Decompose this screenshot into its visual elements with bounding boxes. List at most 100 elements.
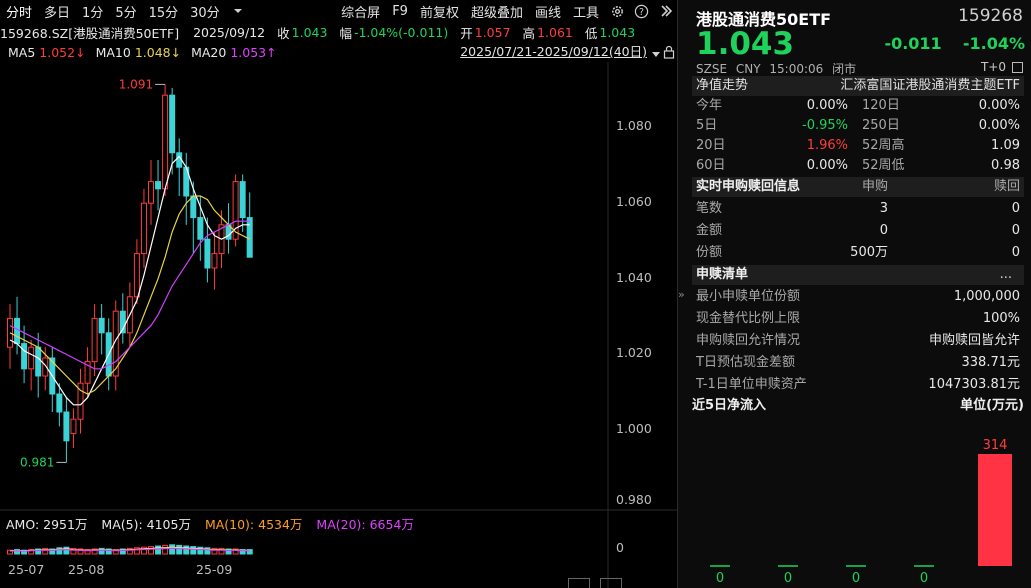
redeem-item-value: 100% <box>982 311 1020 326</box>
candle <box>112 300 119 391</box>
inflow-title: 近5日净流入 <box>692 398 767 413</box>
expand-right-icon[interactable] <box>655 2 675 20</box>
redeem-item-label: T日预估现金差额 <box>696 355 795 370</box>
redeem-list-row: T-1日单位申赎资产 1047303.81元 <box>692 375 1024 395</box>
nav-period-label: 250日 <box>862 118 900 133</box>
super-overlay-button[interactable]: 超级叠加 <box>465 2 529 21</box>
layout-toggle-icon[interactable] <box>568 578 590 588</box>
candle <box>77 368 84 434</box>
period-tab-intraday[interactable]: 分时 <box>0 2 38 21</box>
layout-toggle-icon[interactable] <box>600 578 622 588</box>
period-tab-30min[interactable]: 30分 <box>184 2 226 21</box>
nav-period-value: 0.00% <box>806 98 848 113</box>
candle <box>119 293 126 344</box>
candle-body <box>140 202 147 255</box>
tools-button[interactable]: 工具 <box>567 2 605 21</box>
market-code: SZSE <box>696 62 728 76</box>
window-icon[interactable] <box>1012 61 1023 73</box>
candle <box>84 347 91 398</box>
lock-icon[interactable] <box>663 45 675 62</box>
f9-button[interactable]: F9 <box>386 4 414 19</box>
period-tab-multiday[interactable]: 多日 <box>38 2 76 21</box>
collapse-panel-icon[interactable]: » <box>678 288 685 301</box>
market-meta: SZSE CNY 15:00:06 闭市 <box>696 60 861 77</box>
realtime-title: 实时申购赎回信息 <box>696 179 801 194</box>
nav-header: 净值走势 汇添富国证港股通消费主题ETF <box>692 76 1024 96</box>
redeem-value: 0 <box>1011 245 1020 260</box>
low-label: 低 <box>584 25 598 41</box>
nav-header-label: 净值走势 <box>696 78 749 93</box>
composite-screen-button[interactable]: 综合屏 <box>335 2 386 21</box>
candle <box>35 332 42 398</box>
candle <box>28 340 35 391</box>
volume-bar <box>162 544 169 555</box>
period-tab-1min[interactable]: 1分 <box>76 2 109 21</box>
candle-body <box>190 195 197 219</box>
candle <box>239 174 246 232</box>
redeem-item-value: 申购赎回皆允许 <box>928 333 1020 348</box>
change-amount: -0.011 <box>884 34 942 53</box>
range-dropdown-icon[interactable] <box>651 47 661 62</box>
more-button[interactable]: ... <box>1000 265 1012 285</box>
purchase-value: 3 <box>879 201 888 216</box>
date-range-selector[interactable]: 2025/07/21-2025/09/12(40日) <box>460 42 647 62</box>
min-price-label: 0.981 <box>20 455 54 469</box>
vol-ma20-value: MA(20): 6654万 <box>316 517 414 532</box>
inflow-bar-label: 0 <box>852 571 860 586</box>
kline-chart[interactable]: 1.091 0.981 <box>0 62 677 588</box>
close-label: 收 <box>277 25 290 41</box>
ma20-label: MA20 <box>191 44 227 60</box>
candle-body <box>70 418 77 435</box>
help-icon[interactable]: ? <box>631 2 651 20</box>
forward-adjust-button[interactable]: 前复权 <box>414 2 465 21</box>
redeem-item-value: 338.71元 <box>961 355 1021 370</box>
inflow-unit: 单位(万元) <box>960 398 1024 413</box>
amo-value: AMO: 2951万 <box>6 517 88 532</box>
inflow-bar <box>978 454 1012 566</box>
draw-line-button[interactable]: 画线 <box>529 2 567 21</box>
ma10-value: 1.048↓ <box>134 44 182 60</box>
nav-period-label: 52周低 <box>862 158 905 173</box>
x-label-sep: 25-09 <box>196 562 233 577</box>
candle-body <box>211 253 218 269</box>
security-code-name: 159268.SZ[港股通消费50ETF] <box>0 25 180 41</box>
candle-body <box>14 317 21 345</box>
candle <box>70 408 77 448</box>
realtime-row: 份额 500万 0 <box>692 243 1024 263</box>
volume-bar <box>183 545 190 555</box>
candle-body <box>239 181 246 219</box>
realtime-row-label: 份额 <box>696 245 723 260</box>
period-tab-5min[interactable]: 5分 <box>109 2 142 21</box>
ma10-label: MA10 <box>95 44 131 60</box>
nav-period-value: 1.09 <box>991 138 1020 153</box>
candle-body <box>162 94 169 190</box>
inflow-bar-label: 0 <box>784 571 792 586</box>
redeem-item-value: 1,000,000 <box>953 289 1020 304</box>
inflow-bar-label: 0 <box>920 571 928 586</box>
currency: CNY <box>735 62 761 76</box>
inflow-header: 近5日净流入 单位(万元) <box>692 396 1024 416</box>
candle-body <box>28 346 35 370</box>
period-dropdown-icon[interactable] <box>228 2 248 20</box>
quote-time: 15:00:06 <box>769 62 824 76</box>
settings-gear-icon[interactable] <box>607 2 627 20</box>
candle <box>211 232 218 290</box>
vol-ma5-value: MA(5): 4105万 <box>101 517 191 532</box>
fund-full-name: 汇添富国证港股通消费主题ETF <box>840 78 1020 93</box>
candle-body <box>133 253 140 298</box>
high-value: 1.061 <box>537 24 573 40</box>
nav-period-label: 20日 <box>696 138 726 153</box>
redeem-item-value: 1047303.81元 <box>928 377 1020 392</box>
low-value: 1.043 <box>599 24 636 40</box>
change-value: -1.04%(-0.011) <box>353 24 449 40</box>
volume-bar <box>155 545 162 555</box>
redeem-item-label: T-1日单位申赎资产 <box>696 377 807 392</box>
period-tab-15min[interactable]: 15分 <box>143 2 185 21</box>
nav-row: 5日 -0.95% 250日 0.00% <box>692 116 1024 136</box>
quote-panel: 港股通消费50ETF 159268 1.043 -0.011 -1.04% SZ… <box>677 0 1031 588</box>
candle-body <box>169 94 176 154</box>
nav-period-value: -0.95% <box>802 118 848 133</box>
nav-row: 今年 0.00% 120日 0.00% <box>692 96 1024 116</box>
change-label: 幅 <box>339 25 352 41</box>
max-price-label: 1.091 <box>119 77 153 91</box>
